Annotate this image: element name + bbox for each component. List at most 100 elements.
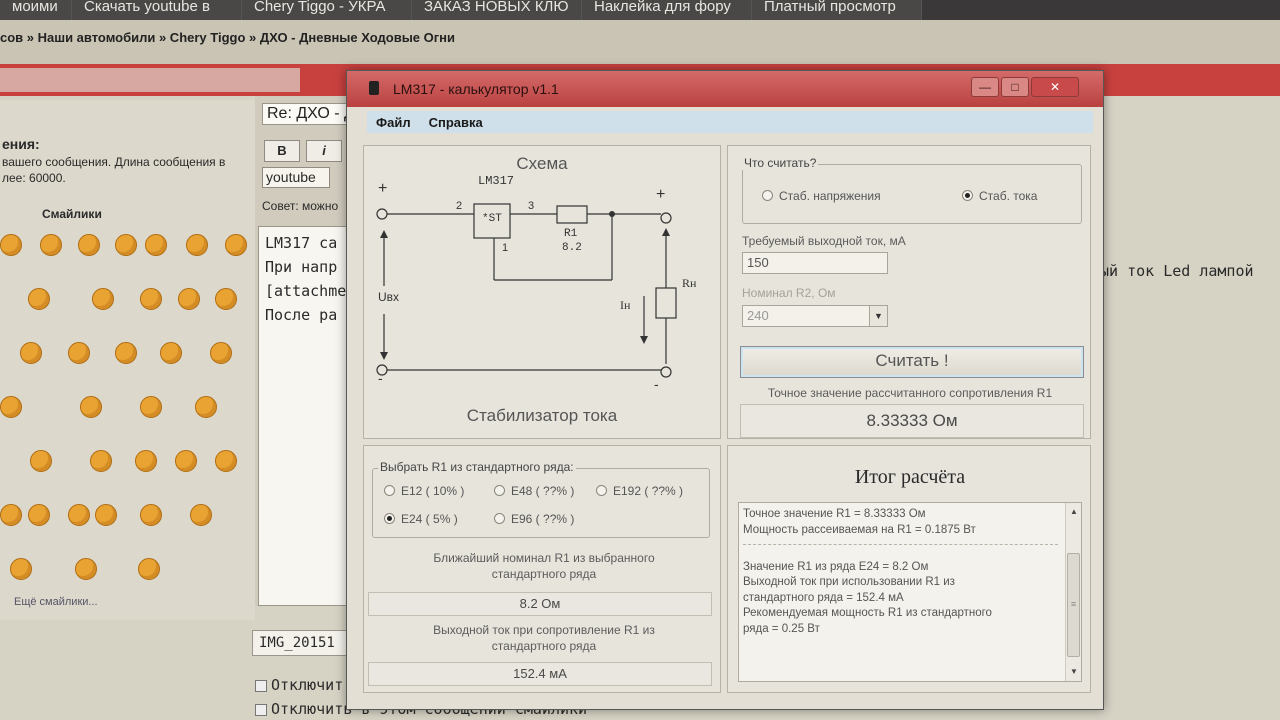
- smiley-icon[interactable]: [140, 288, 162, 310]
- menu-file[interactable]: Файл: [367, 115, 420, 130]
- chevron-down-icon[interactable]: ▼: [869, 306, 887, 326]
- smiley-icon[interactable]: [68, 504, 90, 526]
- smiley-icon[interactable]: [178, 288, 200, 310]
- smiley-icon[interactable]: [175, 450, 197, 472]
- attachment-field[interactable]: IMG_20151: [252, 630, 358, 656]
- smiley-icon[interactable]: [190, 504, 212, 526]
- smiley-icon[interactable]: [95, 504, 117, 526]
- italic-button[interactable]: i: [306, 140, 342, 162]
- radio-dot[interactable]: [494, 513, 505, 524]
- browser-tab-strip: моими Скачать youtube в Chery Tiggo - УК…: [0, 0, 1280, 20]
- radio-current[interactable]: Стаб. тока: [962, 189, 1037, 203]
- smiley-icon[interactable]: [75, 558, 97, 580]
- smiley-icon[interactable]: [80, 396, 102, 418]
- smiley-icon[interactable]: [0, 504, 22, 526]
- radio-e48[interactable]: E48 ( ??% ): [494, 484, 574, 498]
- bold-button[interactable]: B: [264, 140, 300, 162]
- browser-tab[interactable]: Платный просмотр: [752, 0, 922, 20]
- radio-label: Стаб. тока: [979, 189, 1038, 203]
- result-line: Точное значение R1 = 8.33333 Ом: [743, 508, 926, 520]
- scheme-panel: Схема + + - - LM317 *ST 2 3 1 R1 8.2 Rн …: [363, 145, 721, 439]
- text-line: [attachme: [265, 282, 347, 300]
- radio-label: E96 ( ??% ): [511, 512, 575, 526]
- scroll-thumb[interactable]: ≡: [1067, 553, 1080, 657]
- scroll-down-icon[interactable]: ▼: [1066, 665, 1081, 679]
- result-line: Выходной ток при использовании R1 из: [743, 576, 955, 588]
- radio-dot[interactable]: [596, 485, 607, 496]
- result-memo[interactable]: Точное значение R1 = 8.33333 Ом Мощность…: [738, 502, 1082, 682]
- smiley-icon[interactable]: [78, 234, 100, 256]
- result-panel: Итог расчёта Точное значение R1 = 8.3333…: [727, 445, 1091, 693]
- result-title: Итог расчёта: [854, 466, 966, 488]
- output-plus-label: +: [656, 186, 666, 203]
- window-titlebar[interactable]: LM317 - калькулятор v1.1 — □ ✕: [347, 71, 1103, 107]
- smiley-icon[interactable]: [10, 558, 32, 580]
- browser-tab[interactable]: моими: [0, 0, 72, 20]
- smiley-icon[interactable]: [215, 450, 237, 472]
- smiley-icon[interactable]: [195, 396, 217, 418]
- radio-e96[interactable]: E96 ( ??% ): [494, 512, 574, 526]
- smiley-icon[interactable]: [28, 504, 50, 526]
- smiley-icon[interactable]: [140, 396, 162, 418]
- radio-dot[interactable]: [962, 190, 973, 201]
- smiley-icon[interactable]: [225, 234, 247, 256]
- header-highlight: [0, 68, 300, 92]
- breadcrumb[interactable]: сов » Наши автомобили » Chery Tiggo » ДХ…: [0, 30, 455, 45]
- series-panel: Выбрать R1 из стандартного ряда: E12 ( 1…: [363, 445, 721, 693]
- smiley-icon[interactable]: [138, 558, 160, 580]
- radio-label: E24 ( 5% ): [401, 512, 458, 526]
- smiley-icon[interactable]: [30, 450, 52, 472]
- smiley-icon[interactable]: [0, 396, 22, 418]
- browser-tab[interactable]: Chery Tiggo - УКРА: [242, 0, 412, 20]
- message-textarea[interactable]: LM317 са При напр [attachme После ра: [258, 226, 360, 606]
- smiley-icon[interactable]: [145, 234, 167, 256]
- more-smilies-link[interactable]: Ещё смайлики...: [14, 596, 98, 608]
- smiley-icon[interactable]: [210, 342, 232, 364]
- radio-label: E192 ( ??% ): [613, 484, 684, 498]
- smiley-icon[interactable]: [115, 234, 137, 256]
- subject-input[interactable]: Re: ДХО - Д: [262, 103, 357, 125]
- smiley-icon[interactable]: [115, 342, 137, 364]
- smiley-icon[interactable]: [160, 342, 182, 364]
- radio-e24[interactable]: E24 ( 5% ): [384, 512, 458, 526]
- smiley-icon[interactable]: [28, 288, 50, 310]
- radio-dot[interactable]: [762, 190, 773, 201]
- smiley-icon[interactable]: [135, 450, 157, 472]
- result-scrollbar[interactable]: ▲ ≡ ▼: [1065, 503, 1081, 681]
- close-button[interactable]: ✕: [1031, 77, 1079, 97]
- smiley-icon[interactable]: [90, 450, 112, 472]
- smiley-icon[interactable]: [186, 234, 208, 256]
- calculate-button[interactable]: Считать !: [740, 346, 1084, 378]
- radio-voltage[interactable]: Стаб. напряжения: [762, 189, 881, 203]
- r2-select[interactable]: 240 ▼: [742, 305, 888, 327]
- youtube-button[interactable]: youtube: [262, 167, 330, 188]
- smiley-icon[interactable]: [68, 342, 90, 364]
- menu-help[interactable]: Справка: [420, 115, 492, 130]
- checkbox[interactable]: [255, 703, 267, 716]
- browser-tab[interactable]: Наклейка для фору: [582, 0, 752, 20]
- radio-e192[interactable]: E192 ( ??% ): [596, 484, 683, 498]
- scroll-up-icon[interactable]: ▲: [1066, 505, 1081, 519]
- smiley-icon[interactable]: [20, 342, 42, 364]
- smiley-icon[interactable]: [40, 234, 62, 256]
- disable-option[interactable]: Отключит: [255, 676, 343, 694]
- smilies-title: Смайлики: [42, 207, 102, 221]
- smiley-icon[interactable]: [140, 504, 162, 526]
- browser-tab[interactable]: ЗАКАЗ НОВЫХ КЛЮ: [412, 0, 582, 20]
- load-label: Rн: [682, 276, 697, 290]
- input-voltage-label: Uвх: [378, 290, 400, 304]
- radio-e12[interactable]: E12 ( 10% ): [384, 484, 464, 498]
- radio-dot[interactable]: [384, 485, 395, 496]
- current-input[interactable]: 150: [742, 252, 888, 274]
- smiley-icon[interactable]: [92, 288, 114, 310]
- advice-text: Совет: можно: [262, 199, 339, 213]
- smiley-icon[interactable]: [0, 234, 22, 256]
- chip-label: LM317: [478, 174, 515, 188]
- smiley-icon[interactable]: [215, 288, 237, 310]
- checkbox[interactable]: [255, 679, 267, 692]
- minimize-button[interactable]: —: [971, 77, 999, 97]
- radio-dot[interactable]: [384, 513, 395, 524]
- radio-dot[interactable]: [494, 485, 505, 496]
- browser-tab[interactable]: Скачать youtube в: [72, 0, 242, 20]
- maximize-button[interactable]: □: [1001, 77, 1029, 97]
